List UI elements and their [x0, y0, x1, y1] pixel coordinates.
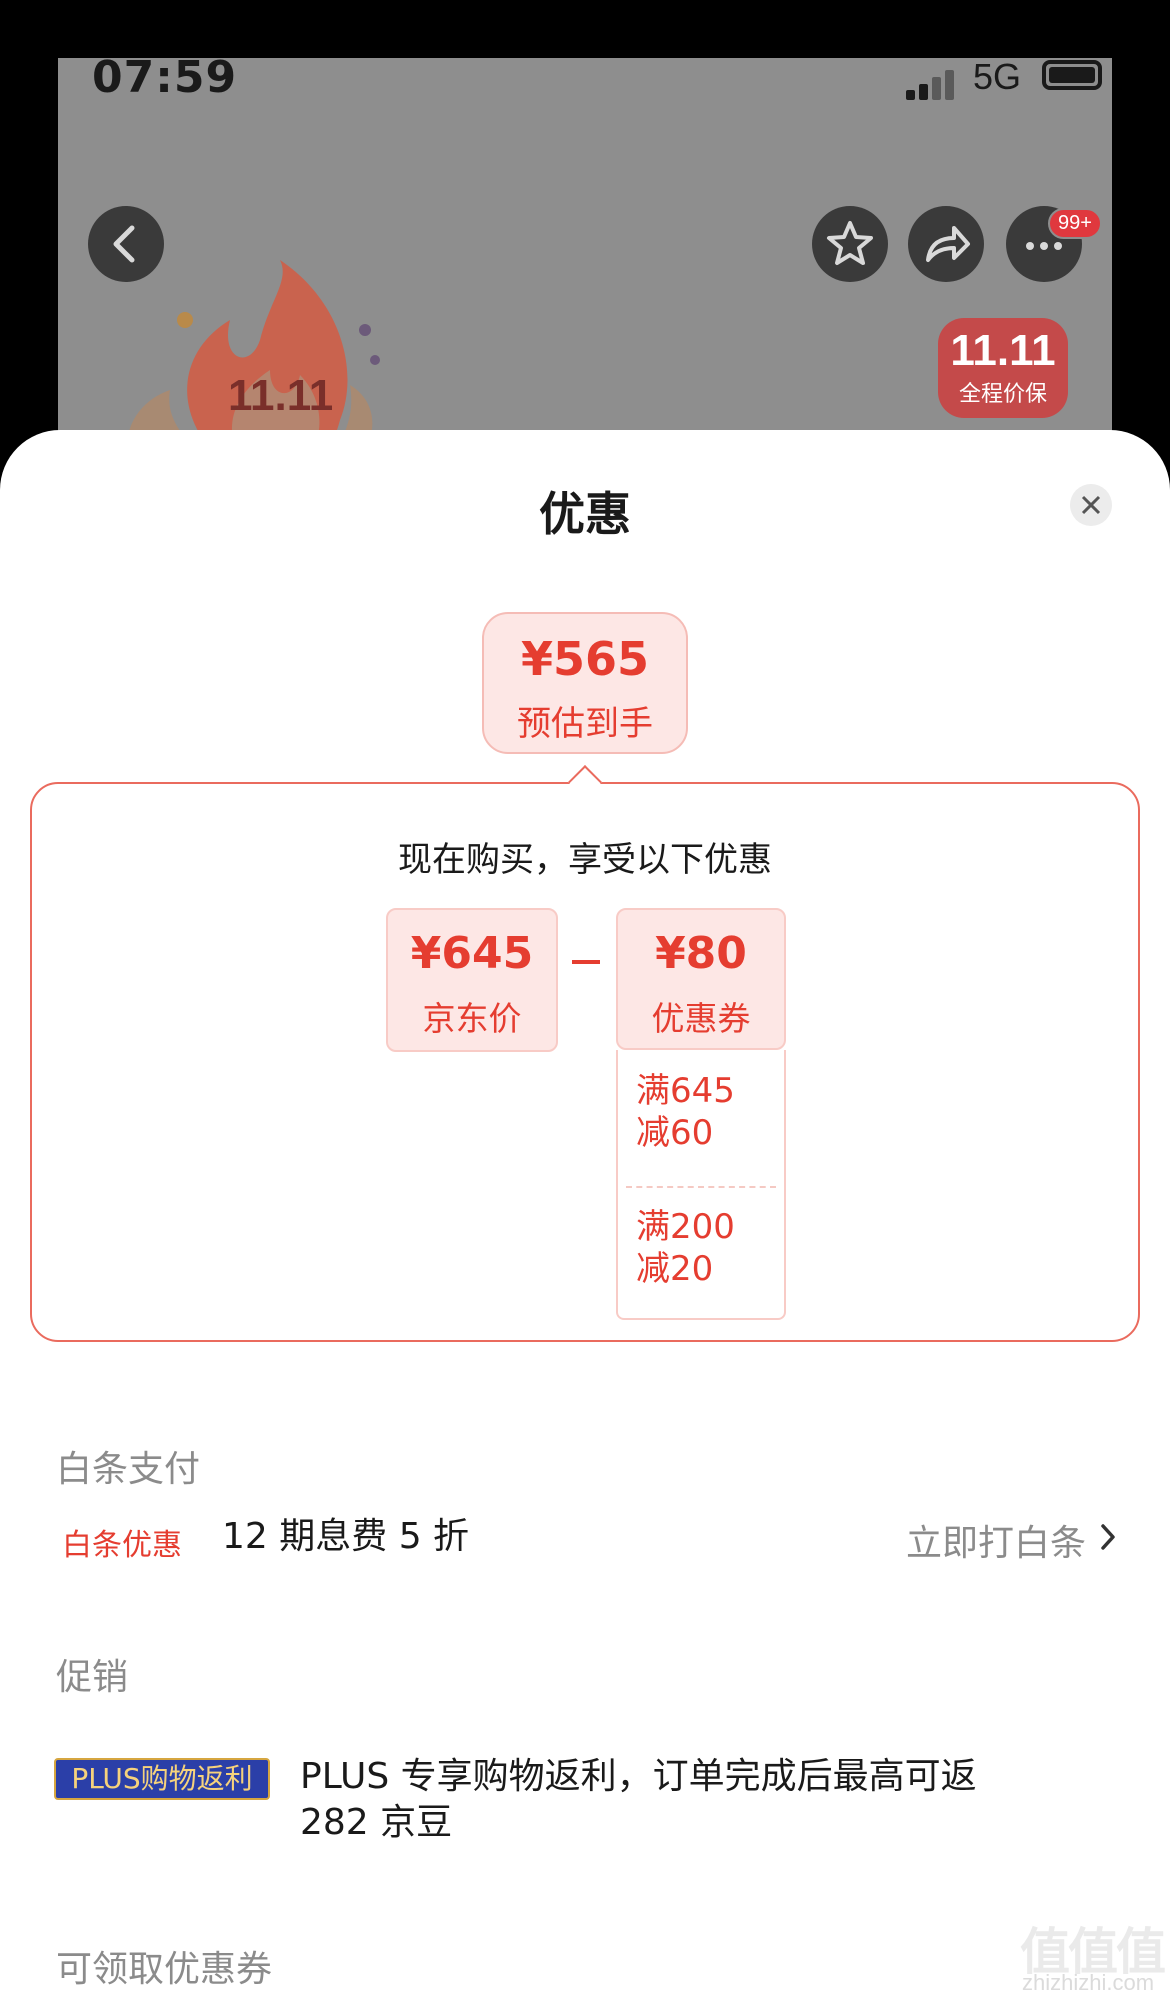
discount-sheet: 优惠 ¥565 预估到手 现在购买，享受以下优惠 ¥645 京东价 ¥80 优惠… — [0, 430, 1170, 2002]
battery-icon — [1042, 60, 1102, 90]
notification-badge: 99+ — [1048, 208, 1102, 239]
plus-rebate-tag: PLUS购物返利 — [54, 1758, 270, 1800]
signal-icon — [906, 70, 962, 100]
favorite-button[interactable] — [812, 206, 888, 282]
deal-heading: 现在购买，享受以下优惠 — [398, 840, 772, 880]
estimated-price-box: ¥565 预估到手 — [482, 612, 688, 754]
sheet-title: 优惠 — [539, 487, 631, 541]
promo-text-line1: PLUS 专享购物返利，订单完成后最高可返 — [300, 1756, 977, 1797]
back-button[interactable] — [88, 206, 164, 282]
estimated-price: ¥565 — [520, 632, 650, 686]
watermark: 值值值 zhizhizhi.com — [1020, 1912, 1166, 1998]
promo-text-line2: 282 京豆 — [300, 1802, 453, 1843]
close-icon — [1081, 495, 1101, 515]
flame-11-11-logo: 11.11 — [127, 260, 380, 458]
status-time: 07:59 — [92, 52, 238, 103]
coupon-item: 满645 减60 — [636, 1071, 735, 1153]
close-button[interactable] — [1070, 484, 1112, 526]
svg-text:11.11: 11.11 — [228, 371, 333, 420]
promo-text: PLUS 专享购物返利，订单完成后最高可返 282 京豆 — [300, 1754, 977, 1846]
price-guard-badge[interactable]: 11.11 全程价保 — [938, 318, 1068, 418]
price-guard-label: 全程价保 — [958, 382, 1047, 407]
share-button[interactable] — [908, 206, 984, 282]
chevron-right-icon[interactable] — [1098, 1522, 1118, 1552]
coupon-total-label: 优惠券 — [651, 999, 751, 1038]
chevron-left-icon — [113, 225, 135, 263]
jd-price-label: 京东价 — [422, 999, 522, 1038]
network-type: 5G — [973, 56, 1022, 97]
coupon-item: 满200 减20 — [636, 1207, 735, 1289]
jd-price: ¥645 — [410, 928, 534, 979]
price-guard-logo-text: 11.11 — [950, 326, 1056, 375]
deal-breakdown-box: 现在购买，享受以下优惠 ¥645 京东价 ¥80 优惠券 满645 减60 满2… — [30, 782, 1140, 1342]
coupon-divider — [626, 1186, 776, 1188]
baitiao-link[interactable]: 立即打白条 — [906, 1514, 1086, 1566]
status-bar: 07:59 5G — [58, 52, 1112, 112]
promo-section-label: 促销 — [56, 1657, 129, 1698]
baitiao-section-label: 白条支付 — [56, 1449, 201, 1490]
coupon-total-price: ¥80 — [655, 928, 747, 979]
estimated-price-label: 预估到手 — [517, 704, 653, 744]
watermark-url: zhizhizhi.com — [1022, 1970, 1155, 1995]
coupon-total-card: ¥80 优惠券 — [616, 908, 786, 1050]
baitiao-text: 12 期息费 5 折 — [222, 1516, 470, 1557]
share-icon — [926, 226, 970, 262]
jd-price-card: ¥645 京东价 — [386, 908, 558, 1052]
baitiao-tag: 白条优惠 — [62, 1528, 182, 1563]
minus-sign — [572, 960, 600, 964]
coupon-list: 满645 减60 满200 减20 — [616, 1050, 786, 1320]
coupons-section-label: 可领取优惠券 — [56, 1949, 273, 1990]
star-icon — [827, 221, 873, 265]
